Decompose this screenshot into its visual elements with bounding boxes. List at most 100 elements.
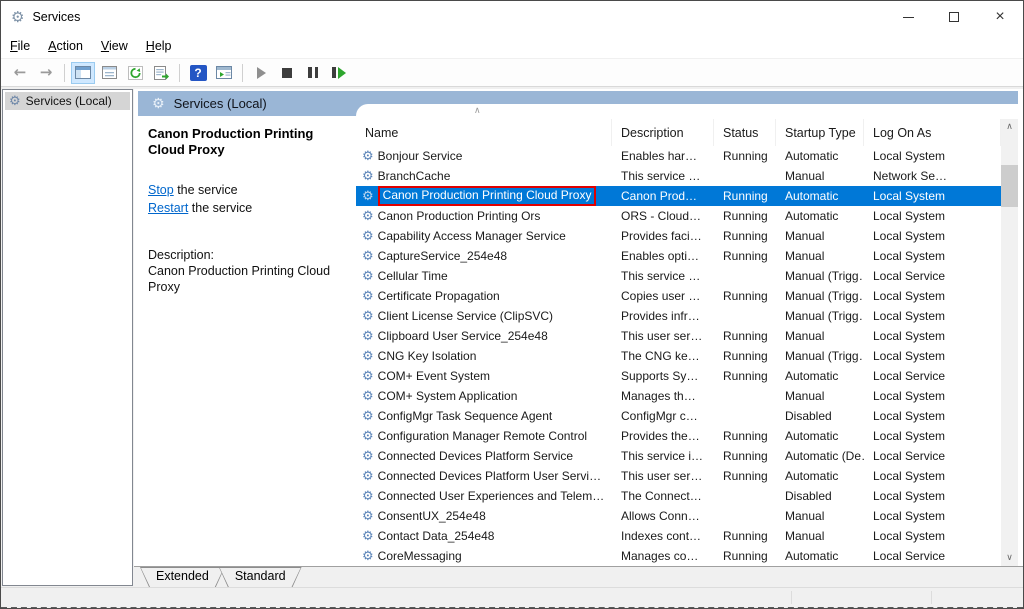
menu-file[interactable]: File [1,35,39,57]
service-row[interactable]: ⚙Canon Production Printing Cloud ProxyCa… [356,186,1001,206]
sort-strip: ∧ [356,104,1018,119]
service-description-cell: Indexes cont… [612,529,714,543]
service-name: Bonjour Service [378,149,463,163]
restart-service-link[interactable]: Restart [148,201,188,215]
service-gear-icon: ⚙ [362,210,374,223]
service-row[interactable]: ⚙CNG Key IsolationThe CNG ke…RunningManu… [356,346,1001,366]
service-row[interactable]: ⚙Connected Devices Platform ServiceThis … [356,446,1001,466]
service-startup-type-cell: Manual (Trigg… [776,349,864,363]
column-header-description[interactable]: Description [612,119,714,146]
tab-extended[interactable]: Extended [140,567,225,587]
service-name: Canon Production Printing Ors [378,209,541,223]
description-text: Canon Production Printing Cloud Proxy [148,263,346,296]
restart-service-line: Restart the service [148,199,346,217]
service-row[interactable]: ⚙Canon Production Printing OrsORS - Clou… [356,206,1001,226]
scrollbar-thumb[interactable] [1001,165,1018,207]
pane-header-title: Services (Local) [174,96,267,111]
service-description-cell: ConfigMgr c… [612,409,714,423]
service-name-cell: ⚙ Canon Production Printing Ors [356,209,612,223]
service-row[interactable]: ⚙Configuration Manager Remote ControlPro… [356,426,1001,446]
service-startup-type-cell: Automatic [776,189,864,203]
service-status-cell: Running [714,249,776,263]
service-row[interactable]: ⚙CaptureService_254e48Enables opti…Runni… [356,246,1001,266]
service-row[interactable]: ⚙BranchCacheThis service …ManualNetwork … [356,166,1001,186]
service-logon-cell: Local System [864,149,1001,163]
tab-standard[interactable]: Standard [219,567,302,587]
service-gear-icon: ⚙ [362,190,374,203]
service-name-cell: ⚙Bonjour Service [356,149,612,163]
scroll-down-icon[interactable]: ∨ [1001,550,1018,566]
service-row[interactable]: ⚙COM+ System ApplicationManages th…Manua… [356,386,1001,406]
service-name: CaptureService_254e48 [378,249,507,263]
help-icon: ? [190,65,207,81]
service-description-cell: Allows Conn… [612,509,714,523]
service-row[interactable]: ⚙Client License Service (ClipSVC)Provide… [356,306,1001,326]
service-description-cell: This service … [612,169,714,183]
start-service-button[interactable] [249,62,273,84]
service-name: Client License Service (ClipSVC) [378,309,553,323]
service-logon-cell: Local Service [864,549,1001,563]
service-name: ConsentUX_254e48 [378,509,486,523]
stop-service-button[interactable] [275,62,299,84]
menu-action[interactable]: Action [39,35,92,57]
service-row[interactable]: ⚙Connected User Experiences and Telem…Th… [356,486,1001,506]
service-gear-icon: ⚙ [362,230,374,243]
close-icon: × [995,9,1004,25]
service-logon-cell: Local System [864,349,1001,363]
menu-view[interactable]: View [92,35,137,57]
properties-button[interactable] [97,62,121,84]
tree-item-services-local[interactable]: ⚙ Services (Local) [5,92,130,110]
service-name: Certificate Propagation [378,289,500,303]
show-console-tree-button[interactable] [71,62,95,84]
service-startup-type-cell: Manual [776,389,864,403]
vertical-scrollbar[interactable]: ∧ ∨ [1001,119,1018,566]
service-gear-icon: ⚙ [362,370,374,383]
restart-service-text: the service [188,201,252,215]
menu-help[interactable]: Help [137,35,181,57]
service-row[interactable]: ⚙CoreMessagingManages co…RunningAutomati… [356,546,1001,563]
service-row[interactable]: ⚙Certificate PropagationCopies user …Run… [356,286,1001,306]
service-row[interactable]: ⚙Bonjour ServiceEnables har…RunningAutom… [356,146,1001,166]
service-list-panel: ∧ NameDescriptionStatusStartup TypeLog O… [356,104,1018,566]
service-gear-icon: ⚙ [362,410,374,423]
service-description-cell: This user ser… [612,469,714,483]
close-button[interactable]: × [977,1,1023,33]
refresh-button[interactable] [123,62,147,84]
service-status-cell: Running [714,369,776,383]
service-row[interactable]: ⚙Cellular TimeThis service …Manual (Trig… [356,266,1001,286]
show-action-pane-button[interactable] [212,62,236,84]
back-button[interactable]: ← [8,62,32,84]
pause-service-button[interactable] [301,62,325,84]
export-list-button[interactable] [149,62,173,84]
restart-icon [332,67,346,79]
title-bar: ⚙ Services × [1,1,1023,33]
service-row[interactable]: ⚙ConsentUX_254e48Allows Conn…ManualLocal… [356,506,1001,526]
start-icon [257,67,266,79]
forward-button[interactable]: → [34,62,58,84]
service-row[interactable]: ⚙Capability Access Manager ServiceProvid… [356,226,1001,246]
restart-service-button[interactable] [327,62,351,84]
service-row[interactable]: ⚙Clipboard User Service_254e48This user … [356,326,1001,346]
service-name-cell: ⚙CNG Key Isolation [356,349,612,363]
scroll-up-icon[interactable]: ∧ [1001,119,1018,135]
service-name: Connected User Experiences and Telem… [378,489,605,503]
service-description-cell: Copies user … [612,289,714,303]
help-button[interactable]: ? [186,62,210,84]
column-header-name[interactable]: Name [356,119,612,146]
column-header-startup-type[interactable]: Startup Type [776,119,864,146]
service-row[interactable]: ⚙Connected Devices Platform User Servi…T… [356,466,1001,486]
minimize-button[interactable] [885,1,931,33]
forward-arrow-icon: → [40,65,53,80]
column-header-status[interactable]: Status [714,119,776,146]
column-header-log-on-as[interactable]: Log On As [864,119,1001,146]
service-row[interactable]: ⚙Contact Data_254e48Indexes cont…Running… [356,526,1001,546]
stop-service-link[interactable]: Stop [148,183,174,197]
services-pane: ⚙ Services (Local) Canon Production Prin… [134,89,1024,566]
service-startup-type-cell: Disabled [776,409,864,423]
service-name-cell: ⚙COM+ System Application [356,389,612,403]
service-row[interactable]: ⚙COM+ Event SystemSupports Sy…RunningAut… [356,366,1001,386]
maximize-button[interactable] [931,1,977,33]
service-row[interactable]: ⚙ConfigMgr Task Sequence AgentConfigMgr … [356,406,1001,426]
service-startup-type-cell: Automatic [776,549,864,563]
console-tree-icon [75,66,91,79]
